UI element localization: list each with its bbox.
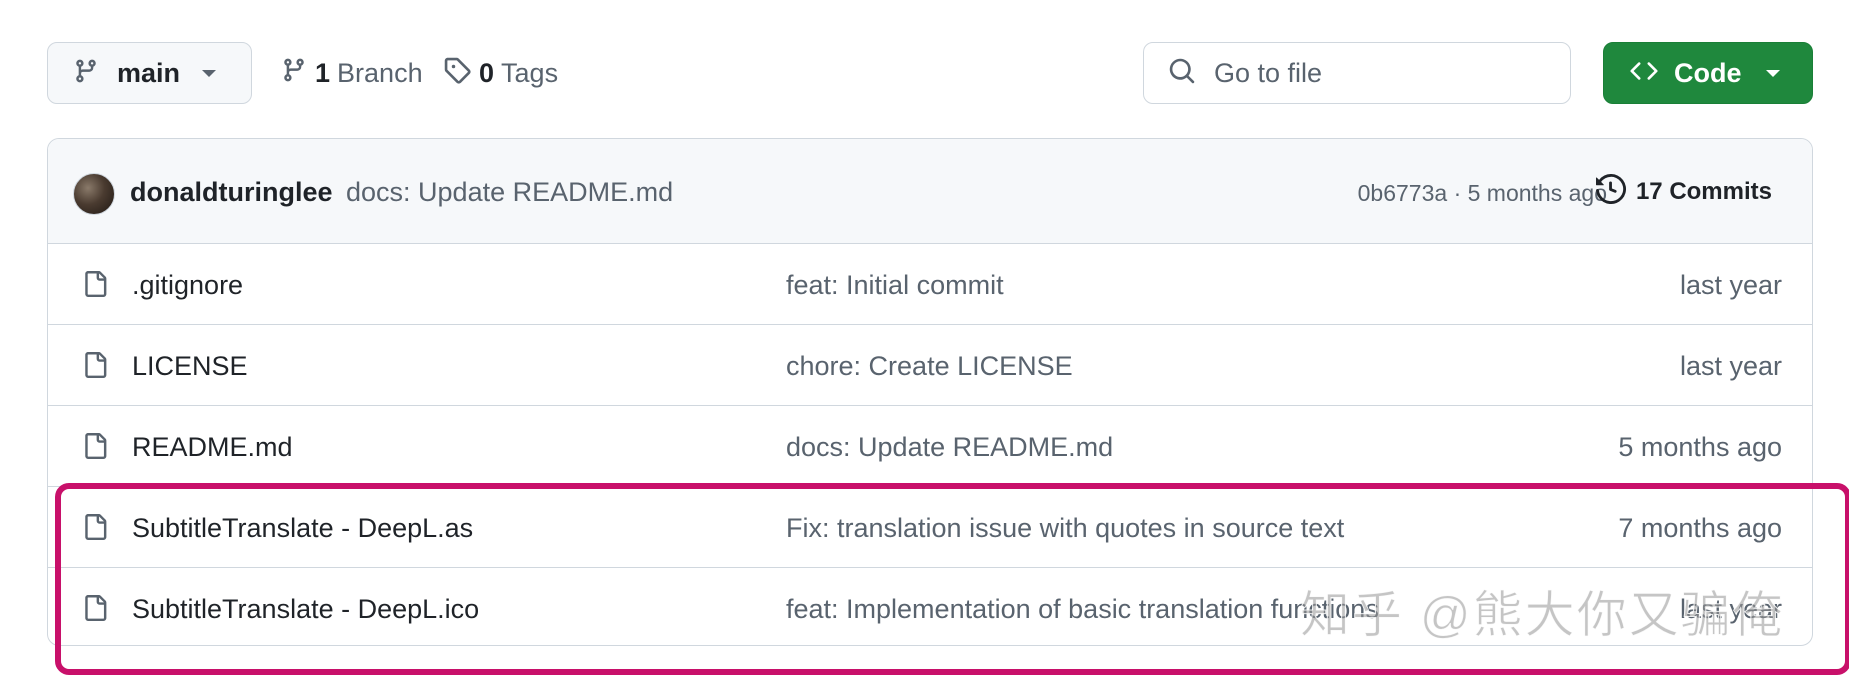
search-icon — [1168, 57, 1196, 90]
file-name-link[interactable]: LICENSE — [132, 351, 248, 382]
file-name-link[interactable]: README.md — [132, 432, 293, 463]
file-commit-message[interactable]: docs: Update README.md — [786, 432, 1113, 463]
file-row[interactable]: LICENSE chore: Create LICENSE last year — [48, 325, 1812, 406]
file-commit-date: last year — [1679, 270, 1782, 300]
repo-toolbar: main 1 Branch 0 Tags Code — [0, 0, 1849, 120]
latest-commit-bar: donaldturinglee docs: Update README.md 0… — [48, 139, 1812, 244]
branch-selector-label: main — [117, 57, 181, 88]
file-row[interactable]: .gitignore feat: Initial commit last yea… — [48, 244, 1812, 325]
tags-link[interactable]: 0 Tags — [443, 42, 558, 104]
branches-link[interactable]: 1 Branch — [281, 42, 423, 104]
file-commit-message[interactable]: feat: Implementation of basic translatio… — [786, 594, 1379, 625]
chevron-down-icon — [202, 69, 217, 77]
commit-hash-and-time[interactable]: 0b6773a · 5 months ago — [1358, 180, 1607, 207]
file-icon — [82, 431, 108, 466]
file-commit-date: last year — [1679, 351, 1782, 381]
git-branch-icon — [73, 56, 99, 91]
file-name-link[interactable]: .gitignore — [132, 270, 243, 301]
commit-author[interactable]: donaldturinglee — [130, 177, 333, 208]
code-icon — [1630, 57, 1658, 90]
commit-message[interactable]: docs: Update README.md — [346, 177, 673, 208]
branch-count-label: Branch — [337, 57, 423, 88]
file-row[interactable]: SubtitleTranslate - DeepL.ico feat: Impl… — [48, 568, 1812, 645]
branch-count: 1 — [315, 57, 331, 88]
file-icon — [82, 350, 108, 385]
tag-count-label: Tags — [501, 57, 559, 88]
file-row[interactable]: SubtitleTranslate - DeepL.as Fix: transl… — [48, 487, 1812, 568]
tag-count: 0 — [479, 57, 495, 88]
file-commit-date: last year — [1679, 594, 1782, 624]
file-commit-message[interactable]: Fix: translation issue with quotes in so… — [786, 513, 1344, 544]
file-name-link[interactable]: SubtitleTranslate - DeepL.ico — [132, 594, 479, 625]
file-commit-date: 5 months ago — [1618, 432, 1782, 462]
go-to-file-search[interactable] — [1143, 42, 1571, 104]
chevron-down-icon — [1765, 69, 1780, 77]
file-commit-date: 7 months ago — [1618, 513, 1782, 543]
tag-icon — [443, 56, 471, 91]
branch-selector-button[interactable]: main — [47, 42, 252, 104]
file-icon — [82, 512, 108, 547]
avatar[interactable] — [73, 173, 115, 215]
file-name-link[interactable]: SubtitleTranslate - DeepL.as — [132, 513, 473, 544]
file-commit-message[interactable]: feat: Initial commit — [786, 270, 1004, 301]
file-row[interactable]: README.md docs: Update README.md 5 month… — [48, 406, 1812, 487]
code-button[interactable]: Code — [1603, 42, 1813, 104]
history-icon — [1595, 173, 1626, 211]
file-icon — [82, 269, 108, 304]
file-table: donaldturinglee docs: Update README.md 0… — [47, 138, 1813, 646]
code-button-label: Code — [1674, 57, 1742, 88]
commits-history-link[interactable]: 17 Commits — [1595, 171, 1772, 213]
file-icon — [82, 593, 108, 628]
file-commit-message[interactable]: chore: Create LICENSE — [786, 351, 1073, 382]
go-to-file-input[interactable] — [1212, 56, 1546, 90]
commits-count-label: 17 Commits — [1635, 178, 1772, 205]
file-list: .gitignore feat: Initial commit last yea… — [48, 244, 1812, 645]
git-branch-icon — [281, 55, 307, 92]
